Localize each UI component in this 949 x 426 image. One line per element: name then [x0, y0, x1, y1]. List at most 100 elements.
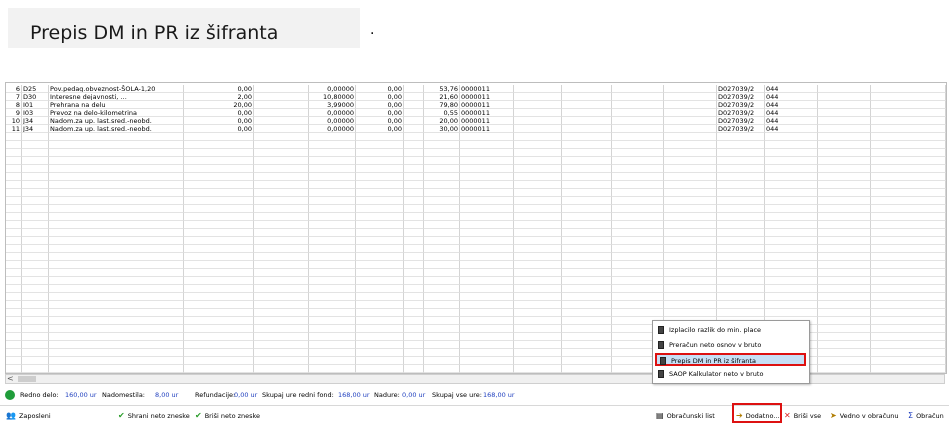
table-cell	[356, 245, 404, 253]
table-cell	[514, 189, 562, 197]
brisi-vse-button[interactable]: ✕ Briši vse	[784, 406, 821, 426]
table-cell	[424, 349, 460, 357]
table-row[interactable]: 11 J34 Nadom.za up. last.sred.-neobd. 0,00 0…	[6, 125, 946, 133]
table-cell	[818, 357, 871, 365]
table-row[interactable]	[6, 189, 946, 197]
table-cell	[664, 261, 717, 269]
table-cell	[871, 349, 946, 357]
obracun-button[interactable]: Σ Obračun	[908, 406, 944, 426]
table-cell	[424, 285, 460, 293]
table-row[interactable]	[6, 221, 946, 229]
table-row[interactable]	[6, 261, 946, 269]
table-row[interactable]	[6, 237, 946, 245]
table-row[interactable]	[6, 157, 946, 165]
table-cell	[22, 189, 49, 197]
table-cell	[871, 221, 946, 229]
shrani-button[interactable]: ✔ Shrani neto zneske	[118, 406, 190, 426]
table-row[interactable]	[6, 141, 946, 149]
table-row[interactable]	[6, 277, 946, 285]
table-cell: D027039/2	[717, 109, 765, 117]
menu-item-preracun[interactable]: Preračun neto osnov v bruto	[655, 339, 806, 352]
table-row[interactable]	[6, 165, 946, 173]
table-cell	[818, 141, 871, 149]
table-cell	[404, 93, 424, 101]
menu-item-kalkulator[interactable]: SAOP Kalkulator neto v bruto	[655, 368, 806, 381]
table-cell	[6, 181, 22, 189]
table-cell	[404, 293, 424, 301]
table-cell: 0,00	[356, 101, 404, 109]
nadom-value: 8,00 ur	[155, 391, 179, 399]
zaposleni-button[interactable]: 👥 Zaposleni	[6, 406, 51, 426]
table-cell	[460, 165, 514, 173]
table-cell	[514, 181, 562, 189]
table-cell	[871, 165, 946, 173]
table-cell	[184, 213, 254, 221]
table-cell	[514, 285, 562, 293]
table-cell	[871, 317, 946, 325]
table-cell	[6, 149, 22, 157]
table-row[interactable]: 8 I01 Prehrana na delu 20,00 3,99000 0,00 79,8…	[6, 101, 946, 109]
table-cell	[818, 197, 871, 205]
table-row[interactable]	[6, 133, 946, 141]
table-row[interactable]	[6, 205, 946, 213]
table-cell	[49, 341, 184, 349]
vedno-button[interactable]: ➤ Vedno v obračunu	[830, 406, 899, 426]
table-cell	[6, 309, 22, 317]
table-cell	[22, 261, 49, 269]
table-cell: Interesne dejavnosti, …	[49, 93, 184, 101]
table-cell	[49, 173, 184, 181]
brisi-neto-button[interactable]: ✔ Briši neto zneske	[195, 406, 260, 426]
table-cell	[612, 245, 664, 253]
table-cell: 0,00	[184, 109, 254, 117]
table-cell: 0000011	[460, 117, 514, 125]
table-cell	[184, 181, 254, 189]
obracunski-list-button[interactable]: ▤ Obračunski list	[656, 406, 715, 426]
table-row[interactable]	[6, 213, 946, 221]
table-row[interactable]	[6, 197, 946, 205]
table-row[interactable]	[6, 173, 946, 181]
table-row[interactable]: 7 D30 Interesne dejavnosti, … 2,00 10,80000 0…	[6, 93, 946, 101]
table-cell	[49, 253, 184, 261]
scroll-left-icon[interactable]: <	[7, 375, 14, 383]
table-cell	[184, 285, 254, 293]
table-cell: 0000011	[460, 109, 514, 117]
table-row[interactable]: 9 I03 Prevoz na delo-kilometrina 0,00 0,0000…	[6, 109, 946, 117]
table-row[interactable]	[6, 229, 946, 237]
table-cell	[562, 325, 612, 333]
table-cell: Nadom.za up. last.sred.-neobd.	[49, 125, 184, 133]
table-cell	[6, 333, 22, 341]
table-row[interactable]	[6, 293, 946, 301]
table-cell	[765, 133, 818, 141]
table-cell	[309, 357, 356, 365]
menu-item-izplacilo[interactable]: Izplacilo razlik do min. place	[655, 324, 806, 337]
table-cell	[818, 261, 871, 269]
scroll-thumb[interactable]	[18, 376, 36, 382]
table-cell	[612, 213, 664, 221]
table-row[interactable]	[6, 309, 946, 317]
table-cell	[562, 293, 612, 301]
skupaj-value: 168,00 ur	[338, 391, 370, 399]
table-cell	[514, 205, 562, 213]
table-cell	[424, 149, 460, 157]
table-cell	[254, 341, 309, 349]
table-cell	[404, 117, 424, 125]
table-row[interactable]	[6, 149, 946, 157]
table-cell	[562, 157, 612, 165]
table-row[interactable]: 6 D25 Pov.pedag.obveznost-ŠOLA-1,20 0,00 0,0…	[6, 85, 946, 93]
table-cell	[562, 165, 612, 173]
table-row[interactable]: 10 J34 Nadom.za up. last.sred.-neobd. 0,00 0…	[6, 117, 946, 125]
table-row[interactable]	[6, 269, 946, 277]
table-cell	[818, 205, 871, 213]
title-banner: Prepis DM in PR iz šifranta	[8, 8, 360, 48]
table-cell: 0,00	[184, 85, 254, 93]
table-row[interactable]	[6, 181, 946, 189]
table-row[interactable]	[6, 285, 946, 293]
table-cell	[460, 197, 514, 205]
table-cell	[612, 277, 664, 285]
table-row[interactable]	[6, 253, 946, 261]
table-row[interactable]	[6, 245, 946, 253]
table-cell	[514, 277, 562, 285]
table-cell	[6, 141, 22, 149]
menu-item-prepis[interactable]: Prepis DM in PR iz šifranta	[655, 353, 806, 366]
table-row[interactable]	[6, 301, 946, 309]
